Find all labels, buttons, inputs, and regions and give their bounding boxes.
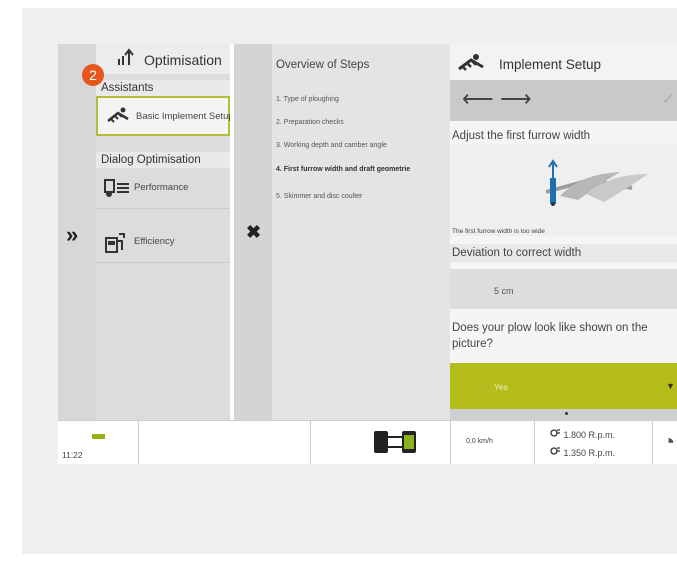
status-bar: 11:22 0,0 km/h 1.800 R.p.m. 1.350 R.p.m.… <box>58 420 677 464</box>
performance-icon <box>104 178 130 203</box>
setup-bottom-strip <box>450 409 677 420</box>
optimisation-arrow-icon <box>116 47 134 72</box>
forward-arrow-icon[interactable]: ⟶ <box>500 86 532 112</box>
optimisation-header: Optimisation <box>96 44 230 74</box>
close-strip[interactable]: ✖ <box>234 44 272 420</box>
expand-strip[interactable]: » <box>58 44 96 420</box>
clock-time: 11:22 <box>62 450 83 460</box>
confirm-check-icon[interactable]: ✓ <box>662 90 675 108</box>
implement-setup-header: Implement Setup <box>450 44 677 80</box>
page-indicator-dot <box>565 412 568 415</box>
step-number-badge: 2 <box>82 64 104 86</box>
pto-icon <box>550 447 560 455</box>
rpm-2-value: 1.350 R.p.m. <box>563 448 616 458</box>
efficiency-label: Efficiency <box>134 236 175 247</box>
step-navigation-bar: ⟵ ⟶ ✓ <box>450 80 677 121</box>
back-arrow-icon[interactable]: ⟵ <box>462 86 494 112</box>
basic-implement-setup-label: Basic Implement Setup <box>136 111 234 122</box>
rpm-1-value: 1.800 R.p.m. <box>563 430 616 440</box>
plough-illustration <box>450 144 677 236</box>
double-chevron-right-icon[interactable]: » <box>66 222 78 248</box>
implement-setup-title: Implement Setup <box>499 57 602 72</box>
implement-setup-panel: Implement Setup ⟵ ⟶ ✓ Adjust the first f… <box>450 44 677 420</box>
status-divider <box>310 421 311 464</box>
status-divider <box>450 421 451 464</box>
optimisation-title: Optimisation <box>144 52 222 68</box>
status-divider <box>652 421 653 464</box>
gauge-icon[interactable]: ◔ <box>662 429 675 455</box>
close-icon[interactable]: ✖ <box>246 222 261 243</box>
basic-implement-setup-item[interactable]: Basic Implement Setup <box>96 96 234 136</box>
performance-item[interactable]: Performance <box>96 169 230 209</box>
dialog-optimisation-label: Dialog Optimisation <box>96 152 230 168</box>
terminal-screen: » Optimisation Assistants Basic Implemen… <box>58 44 677 464</box>
fuel-efficiency-icon <box>104 232 126 259</box>
optimisation-panel: Optimisation Assistants Basic Implement … <box>96 44 234 420</box>
step-item-active[interactable]: 4. First furrow width and draft geometri… <box>276 166 444 174</box>
answer-yes-dropdown[interactable]: Yes ▼ <box>450 363 677 409</box>
pto-icon <box>550 429 560 437</box>
step-item[interactable]: 5. Skimmer and disc coulter <box>276 193 444 201</box>
engine-rpm-2: 1.350 R.p.m. <box>550 446 615 458</box>
image-caption: The first furrow width is too wide <box>452 228 545 235</box>
step-item[interactable]: 1. Type of ploughing <box>276 96 444 104</box>
instruction-text: Adjust the first furrow width <box>452 130 591 142</box>
steps-overview-panel: Overview of Steps 1. Type of ploughing 2… <box>272 44 450 420</box>
answer-yes-label: Yes <box>494 382 508 392</box>
question-text: Does your plow look like shown on the pi… <box>452 322 648 350</box>
deviation-value: 5 cm <box>494 286 514 296</box>
ground-speed: 0,0 km/h <box>466 438 493 445</box>
plough-furrow-image <box>545 159 648 206</box>
tractor-icon[interactable] <box>372 429 418 460</box>
battery-icon <box>92 434 105 439</box>
assistants-label: Assistants <box>96 80 230 96</box>
steps-title: Overview of Steps <box>276 59 370 71</box>
efficiency-item[interactable]: Efficiency <box>96 223 230 263</box>
performance-label: Performance <box>134 182 189 193</box>
engine-rpm-1: 1.800 R.p.m. <box>550 428 615 440</box>
status-divider <box>138 421 139 464</box>
step-item[interactable]: 3. Working depth and camber angle <box>276 142 444 150</box>
implement-icon <box>456 53 486 78</box>
status-divider <box>534 421 535 464</box>
chevron-down-icon[interactable]: ▼ <box>666 381 675 391</box>
implement-icon <box>106 107 130 130</box>
step-item[interactable]: 2. Preparation checks <box>276 119 444 127</box>
deviation-label: Deviation to correct width <box>450 244 677 262</box>
deviation-value-field[interactable]: 5 cm <box>450 269 677 309</box>
